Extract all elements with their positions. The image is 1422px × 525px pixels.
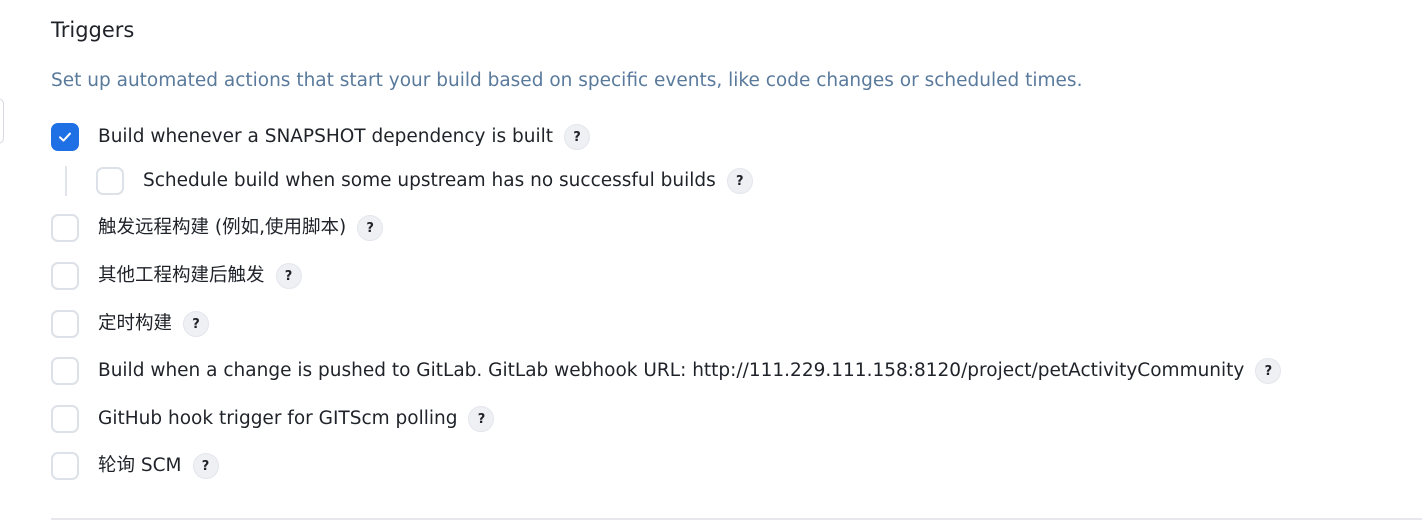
help-icon[interactable]: ? — [192, 453, 219, 479]
section-divider — [51, 518, 1422, 520]
triggers-section: Triggers Set up automated actions that s… — [0, 0, 1422, 525]
checkbox-gitlab-push[interactable] — [51, 357, 79, 385]
option-label[interactable]: 其他工程构建后触发 — [98, 262, 265, 290]
trigger-option-upstream-no-success[interactable]: Schedule build when some upstream has no… — [96, 165, 753, 197]
option-label[interactable]: Schedule build when some upstream has no… — [143, 167, 716, 195]
option-label[interactable]: GitHub hook trigger for GITScm polling — [98, 405, 457, 433]
checkbox-snapshot-dependency[interactable] — [51, 123, 79, 151]
checkmark-icon — [59, 132, 71, 142]
section-title: Triggers — [51, 18, 135, 42]
option-label[interactable]: 轮询 SCM — [98, 452, 182, 480]
trigger-option-gitlab-push[interactable]: Build when a change is pushed to GitLab.… — [51, 355, 1282, 387]
checkbox-remote-build[interactable] — [51, 214, 79, 242]
trigger-option-after-other-projects[interactable]: 其他工程构建后触发 ? — [51, 260, 302, 292]
help-icon[interactable]: ? — [275, 263, 302, 289]
checkbox-upstream-no-success[interactable] — [96, 167, 124, 195]
help-icon[interactable]: ? — [357, 215, 384, 241]
option-label[interactable]: Build whenever a SNAPSHOT dependency is … — [98, 123, 553, 151]
trigger-option-github-hook[interactable]: GitHub hook trigger for GITScm polling ? — [51, 403, 495, 435]
help-icon[interactable]: ? — [183, 311, 210, 337]
adjacent-panel-edge — [0, 98, 4, 144]
checkbox-poll-scm[interactable] — [51, 452, 79, 480]
option-label[interactable]: Build when a change is pushed to GitLab.… — [98, 357, 1244, 385]
help-icon[interactable]: ? — [563, 124, 590, 150]
trigger-option-poll-scm[interactable]: 轮询 SCM ? — [51, 450, 219, 482]
trigger-option-remote-build[interactable]: 触发远程构建 (例如,使用脚本) ? — [51, 212, 384, 244]
trigger-option-scheduled[interactable]: 定时构建 ? — [51, 308, 210, 340]
checkbox-github-hook[interactable] — [51, 405, 79, 433]
help-icon[interactable]: ? — [726, 168, 753, 194]
nested-option-indicator — [65, 166, 67, 196]
help-icon[interactable]: ? — [1255, 358, 1282, 384]
checkbox-after-other-projects[interactable] — [51, 262, 79, 290]
help-icon[interactable]: ? — [468, 406, 495, 432]
section-description: Set up automated actions that start your… — [51, 70, 1083, 91]
checkbox-scheduled[interactable] — [51, 310, 79, 338]
trigger-option-snapshot-dependency[interactable]: Build whenever a SNAPSHOT dependency is … — [51, 121, 590, 153]
option-label[interactable]: 定时构建 — [98, 310, 172, 338]
option-label[interactable]: 触发远程构建 (例如,使用脚本) — [98, 214, 346, 242]
